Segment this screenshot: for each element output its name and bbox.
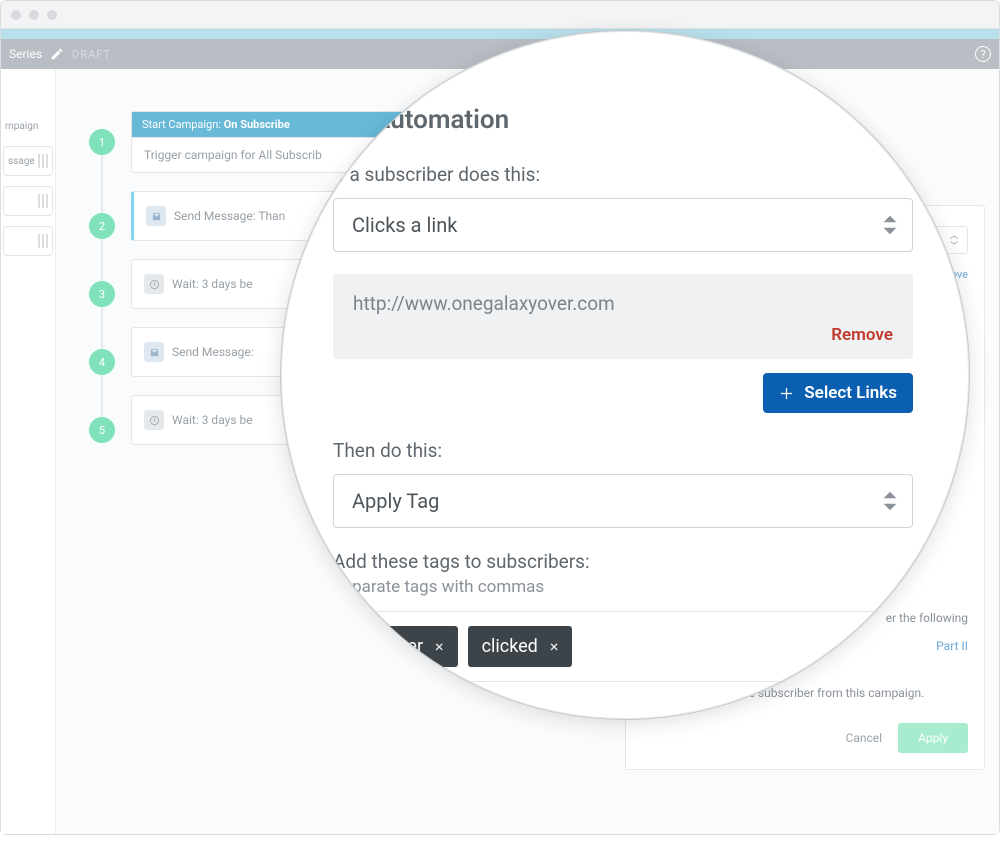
remove-tag-icon[interactable]: × bbox=[435, 637, 444, 656]
window-dot[interactable] bbox=[47, 10, 57, 20]
link-url: http://www.onegalaxyover.com bbox=[353, 292, 893, 315]
step-badge-2[interactable]: 2 bbox=[89, 213, 115, 239]
tags-label: Add these tags to subscribers: bbox=[333, 550, 913, 573]
apply-button[interactable]: Apply bbox=[898, 723, 968, 753]
clock-icon bbox=[144, 274, 164, 294]
part-link[interactable]: Part II bbox=[936, 639, 968, 653]
chevron-updown-icon bbox=[882, 490, 898, 512]
condition-value: Clicks a link bbox=[352, 213, 457, 237]
step-badge-1[interactable]: 1 bbox=[89, 129, 115, 155]
step-badge-4[interactable]: 4 bbox=[89, 349, 115, 375]
help-icon[interactable]: ? bbox=[975, 46, 991, 62]
selected-link-box: http://www.onegalaxyover.com Remove bbox=[333, 274, 913, 359]
draft-badge: DRAFT bbox=[72, 48, 111, 61]
left-sidebar: mpaign ssage bbox=[1, 69, 56, 834]
mail-icon bbox=[146, 206, 166, 226]
sidebar-block-message[interactable]: ssage bbox=[3, 146, 53, 176]
window-titlebar bbox=[1, 1, 999, 29]
select-links-button[interactable]: Select Links bbox=[763, 373, 913, 413]
tag-chip[interactable]: clicked× bbox=[468, 626, 573, 667]
window-dot[interactable] bbox=[11, 10, 21, 20]
condition-select[interactable]: Clicks a link bbox=[333, 198, 913, 252]
window-dot[interactable] bbox=[29, 10, 39, 20]
accent-bar bbox=[1, 29, 999, 39]
series-label: Series bbox=[9, 47, 42, 61]
step-badge-5[interactable]: 5 bbox=[89, 417, 115, 443]
action-label: Then do this: bbox=[333, 439, 913, 462]
chevron-updown-icon bbox=[882, 214, 898, 236]
remove-link-button[interactable]: Remove bbox=[353, 325, 893, 345]
sidebar-heading: mpaign bbox=[1, 69, 55, 142]
action-select[interactable]: Apply Tag bbox=[333, 474, 913, 528]
cancel-button[interactable]: Cancel bbox=[846, 731, 883, 745]
tags-hint: Separate tags with commas bbox=[333, 577, 913, 597]
step-badge-3[interactable]: 3 bbox=[89, 281, 115, 307]
sidebar-block[interactable] bbox=[3, 186, 53, 216]
condition-label: If a subscriber does this: bbox=[333, 163, 913, 186]
remove-tag-icon[interactable]: × bbox=[550, 637, 559, 656]
mail-icon bbox=[144, 342, 164, 362]
magnifier-lens: Automation If a subscriber does this: Cl… bbox=[280, 30, 970, 720]
chevron-updown-icon bbox=[947, 233, 961, 247]
edit-icon[interactable] bbox=[50, 47, 64, 61]
action-value: Apply Tag bbox=[352, 489, 439, 513]
automation-title: Automation bbox=[373, 105, 913, 135]
clock-icon bbox=[144, 410, 164, 430]
sidebar-block[interactable] bbox=[3, 226, 53, 256]
plus-icon bbox=[779, 386, 794, 401]
